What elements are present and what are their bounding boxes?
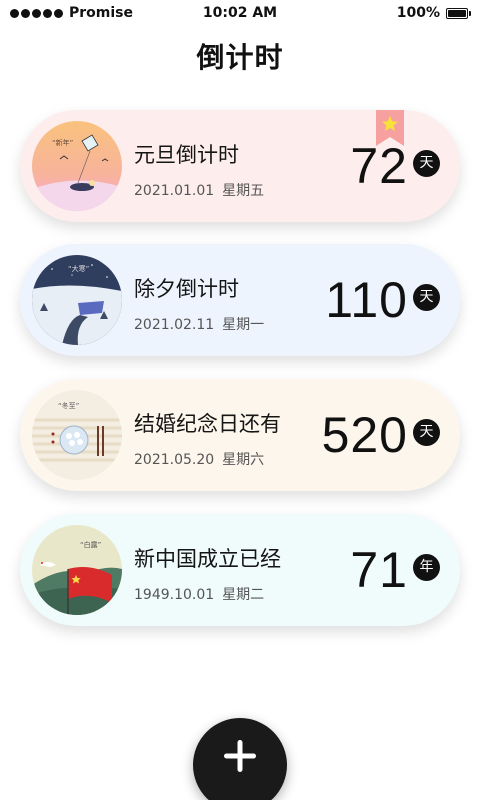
add-countdown-button[interactable] <box>193 718 287 800</box>
card-date: 1949.10.01 星期二 <box>134 584 264 604</box>
card-date: 2021.02.11 星期一 <box>134 314 264 334</box>
card-title: 新中国成立已经 <box>134 543 281 573</box>
card-date-value: 1949.10.01 <box>134 587 214 603</box>
status-bar: Promise 10:02 AM 100% <box>0 0 480 28</box>
countdown-card-new-years-eve[interactable]: “大寒” 除夕倒计时 2021.02.11 星期一 110 天 <box>20 244 460 356</box>
card-count: 110 <box>325 272 408 328</box>
card-date-value: 2021.02.11 <box>134 317 214 333</box>
page-title: 倒计时 <box>0 36 480 76</box>
snowy-night-house-illustration-icon: “大寒” <box>32 255 122 345</box>
svg-text:“白露”: “白露” <box>80 540 101 549</box>
dumpling-chopsticks-illustration-icon: “冬至” <box>32 390 122 480</box>
card-date: 2021.01.01 星期五 <box>134 180 264 200</box>
card-weekday: 星期一 <box>222 317 264 333</box>
card-weekday: 星期六 <box>222 452 264 468</box>
card-weekday: 星期二 <box>222 587 264 603</box>
card-title: 元旦倒计时 <box>134 139 239 169</box>
card-unit-badge: 年 <box>413 554 440 581</box>
card-title: 结婚纪念日还有 <box>134 408 281 438</box>
kite-new-year-illustration-icon: “新年” <box>32 121 122 211</box>
card-title: 除夕倒计时 <box>134 273 239 303</box>
card-count: 71 <box>350 542 408 598</box>
svg-text:“大寒”: “大寒” <box>68 264 89 273</box>
countdown-card-anniversary[interactable]: “冬至” 结婚纪念日还有 2021.05.20 星期六 520 天 <box>20 379 460 491</box>
countdown-card-national-founding[interactable]: “白露” 新中国成立已经 1949.10.01 星期二 71 年 <box>20 514 460 626</box>
svg-text:“冬至”: “冬至” <box>58 401 79 410</box>
card-date-value: 2021.01.01 <box>134 183 214 199</box>
battery-icon <box>446 8 468 19</box>
plus-icon <box>222 738 258 774</box>
card-unit-badge: 天 <box>413 284 440 311</box>
card-date-value: 2021.05.20 <box>134 452 214 468</box>
national-flag-crane-illustration-icon: “白露” <box>32 525 122 615</box>
card-count: 72 <box>350 138 408 194</box>
card-unit-badge: 天 <box>413 419 440 446</box>
countdown-card-new-year[interactable]: “新年” 元旦倒计时 2021.01.01 星期五 72 天 <box>20 110 460 222</box>
battery-status: 100% <box>397 5 468 21</box>
card-unit-badge: 天 <box>413 150 440 177</box>
card-date: 2021.05.20 星期六 <box>134 449 264 469</box>
card-count: 520 <box>322 407 408 463</box>
battery-percent: 100% <box>397 5 440 21</box>
svg-text:“新年”: “新年” <box>52 138 73 147</box>
card-weekday: 星期五 <box>222 183 264 199</box>
